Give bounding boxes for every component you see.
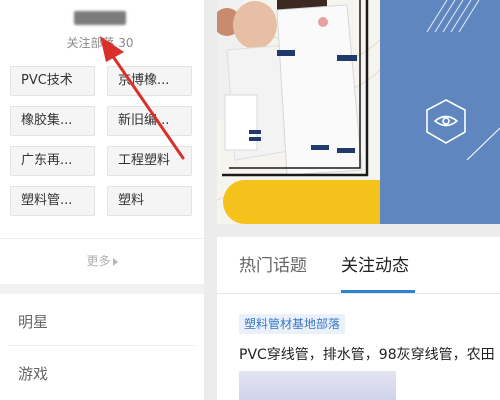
username-blurred[interactable] bbox=[74, 11, 126, 25]
post-tribe-tag[interactable]: 塑料管材基地部落 bbox=[239, 314, 346, 334]
tribe-tag[interactable]: 广东再... bbox=[10, 146, 95, 176]
tribe-tag[interactable]: 塑料管... bbox=[10, 186, 95, 216]
tab-hot-topics[interactable]: 热门话题 bbox=[239, 255, 307, 277]
tab-divider bbox=[217, 293, 500, 294]
left-sidebar: 关注部落 30 PVC技术 京博橡... 橡胶集... 新旧编... 广东再..… bbox=[0, 0, 204, 400]
tab-following[interactable]: 关注动态 bbox=[341, 255, 409, 277]
tribe-tag[interactable]: 塑料 bbox=[107, 186, 192, 216]
tribe-tag[interactable]: 工程塑料 bbox=[107, 146, 192, 176]
category-item[interactable]: 游戏 bbox=[0, 350, 204, 398]
more-tribes-link[interactable]: 更多 bbox=[0, 238, 204, 284]
tribe-tag[interactable]: 新旧编... bbox=[107, 106, 192, 136]
tribe-tag[interactable]: 京博橡... bbox=[107, 66, 192, 96]
category-divider bbox=[8, 345, 196, 346]
caret-right-icon bbox=[112, 257, 118, 266]
feed-panel: 热门话题 关注动态 塑料管材基地部落 PVC穿线管，排水管，98灰穿线管，农田 bbox=[217, 237, 500, 400]
category-list: 明星 游戏 bbox=[0, 294, 204, 400]
post-title[interactable]: PVC穿线管，排水管，98灰穿线管，农田 bbox=[239, 345, 500, 365]
tribe-tag[interactable]: 橡胶集... bbox=[10, 106, 95, 136]
follow-count-label[interactable]: 关注部落 30 bbox=[0, 34, 200, 51]
category-item[interactable]: 明星 bbox=[0, 298, 204, 346]
followed-tribes-panel: 关注部落 30 PVC技术 京博橡... 橡胶集... 新旧编... 广东再..… bbox=[0, 0, 204, 238]
promo-banner[interactable] bbox=[217, 0, 500, 224]
more-label: 更多 bbox=[86, 254, 111, 268]
post-thumbnail[interactable] bbox=[239, 371, 396, 400]
tribe-tag[interactable]: PVC技术 bbox=[10, 66, 95, 96]
